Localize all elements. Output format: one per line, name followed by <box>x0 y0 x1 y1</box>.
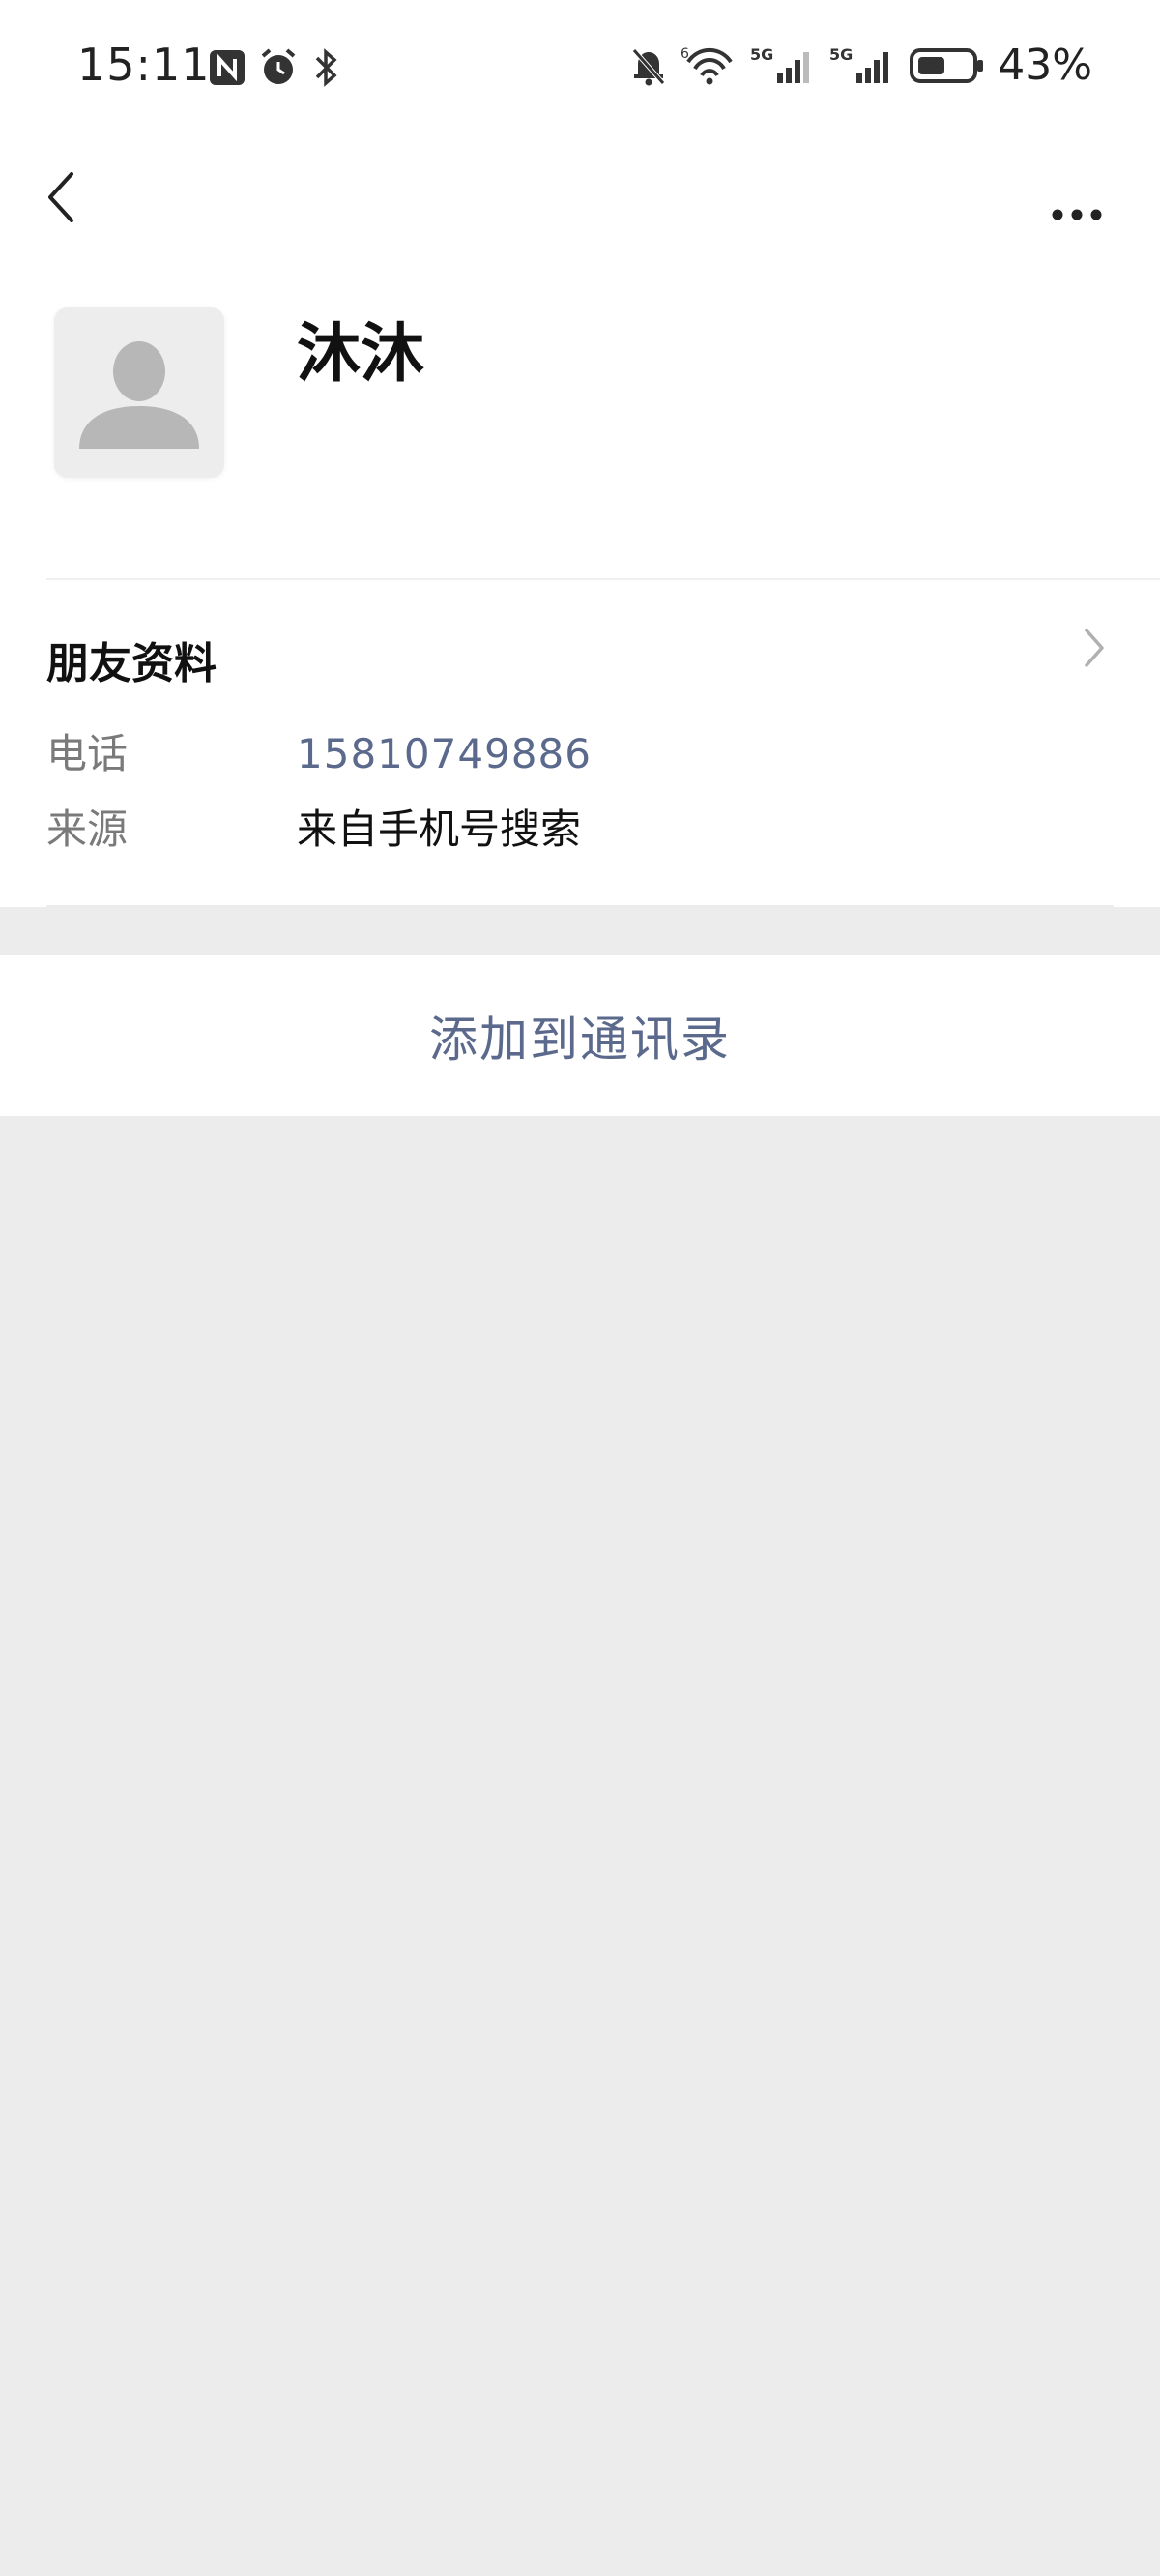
status-right-icons: 6 5G 5G 43% <box>628 41 1092 90</box>
profile-card: 沐沐 <box>0 251 1160 580</box>
source-label: 来源 <box>46 805 129 853</box>
status-time: 15:11 <box>77 39 211 91</box>
display-name: 沐沐 <box>297 316 424 391</box>
wifi-icon: 6 <box>681 46 733 84</box>
friend-info-arrow[interactable] <box>1075 621 1114 675</box>
friend-info-card[interactable]: 朋友资料 电话 15810749886 来源 来自手机号搜索 <box>0 580 1160 907</box>
nfc-icon <box>210 50 245 85</box>
phone-row: 电话 15810749886 <box>46 721 592 780</box>
info-bottom-line <box>46 905 1114 907</box>
svg-text:5G: 5G <box>829 45 853 64</box>
svg-text:5G: 5G <box>750 45 773 64</box>
chevron-right-icon <box>1085 629 1104 667</box>
chevron-left-icon <box>48 172 73 222</box>
battery-icon <box>910 47 984 83</box>
more-button[interactable] <box>1046 174 1114 222</box>
bluetooth-icon <box>315 48 337 87</box>
phone-value[interactable]: 15810749886 <box>297 730 592 777</box>
default-avatar-icon <box>54 307 224 478</box>
source-value: 来自手机号搜索 <box>297 805 582 853</box>
friend-info-title: 朋友资料 <box>46 639 217 688</box>
alarm-icon <box>261 48 296 84</box>
signal-5g-icon: 5G <box>750 45 810 83</box>
source-row: 来源 来自手机号搜索 <box>46 797 581 856</box>
status-bar: 15:11 6 5G 5G 43% <box>0 0 1160 145</box>
bell-muted-icon <box>632 47 666 85</box>
phone-label: 电话 <box>46 730 129 777</box>
status-left-icons <box>207 46 342 89</box>
signal-5g-icon: 5G <box>829 45 889 83</box>
back-button[interactable] <box>37 162 104 230</box>
more-dots-icon <box>1052 209 1102 220</box>
avatar[interactable] <box>54 307 224 478</box>
add-to-contacts-label: 添加到通讯录 <box>429 1011 731 1068</box>
add-to-contacts-button[interactable]: 添加到通讯录 <box>0 955 1160 1116</box>
nav-bar <box>0 145 1160 251</box>
battery-percent: 43% <box>998 41 1092 90</box>
